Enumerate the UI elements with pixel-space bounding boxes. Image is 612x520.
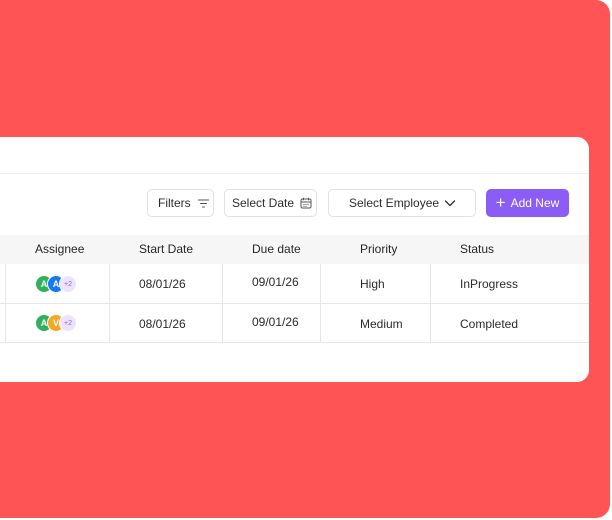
priority-cell: High [360,277,385,291]
column-header-assignee[interactable]: Assignee [35,235,84,264]
table-header: Assignee Start Date Due date Priority St… [0,235,589,264]
start-date-cell: 08/01/26 [139,277,186,291]
assignee-avatars[interactable]: A A +2 [35,275,95,293]
due-date-cell: 09/01/26 [252,315,299,329]
column-header-status[interactable]: Status [460,235,494,264]
more-assignees-badge[interactable]: +2 [59,275,77,293]
date-picker[interactable]: Select Date [224,189,317,217]
column-divider [109,264,110,343]
priority-cell: Medium [360,317,403,331]
column-header-start-date[interactable]: Start Date [139,235,193,264]
header-divider [0,173,589,174]
filters-label: Filters [158,196,191,210]
status-cell: InProgress [460,277,519,291]
filter-icon [197,198,209,208]
plus-icon: + [495,192,506,212]
more-assignees-badge[interactable]: +2 [59,314,77,332]
column-divider [222,264,223,343]
add-new-button[interactable]: + Add New [486,189,569,217]
add-new-label: Add New [510,196,560,210]
due-date-cell: 09/01/26 [252,275,299,289]
status-cell: Completed [460,317,519,331]
column-header-due-date[interactable]: Due date [252,235,301,264]
table-row[interactable]: A A +2 08/01/26 09/01/26 High InProgress [0,264,589,304]
column-divider [320,264,321,343]
calendar-icon [300,197,312,209]
assignee-avatars[interactable]: A V +2 [35,314,95,332]
column-header-priority[interactable]: Priority [360,235,397,264]
start-date-cell: 08/01/26 [139,317,186,331]
column-divider [430,264,431,343]
table-row[interactable]: A V +2 08/01/26 09/01/26 Medium Complete… [0,303,589,343]
chevron-down-icon [444,197,456,209]
employee-placeholder: Select Employee [349,196,440,210]
task-table-card: Filters Select Date Select Employee + Ad… [0,137,589,382]
column-divider [5,264,6,343]
employee-select[interactable]: Select Employee [328,189,476,217]
filters-button[interactable]: Filters [147,189,214,217]
date-placeholder: Select Date [232,196,295,210]
